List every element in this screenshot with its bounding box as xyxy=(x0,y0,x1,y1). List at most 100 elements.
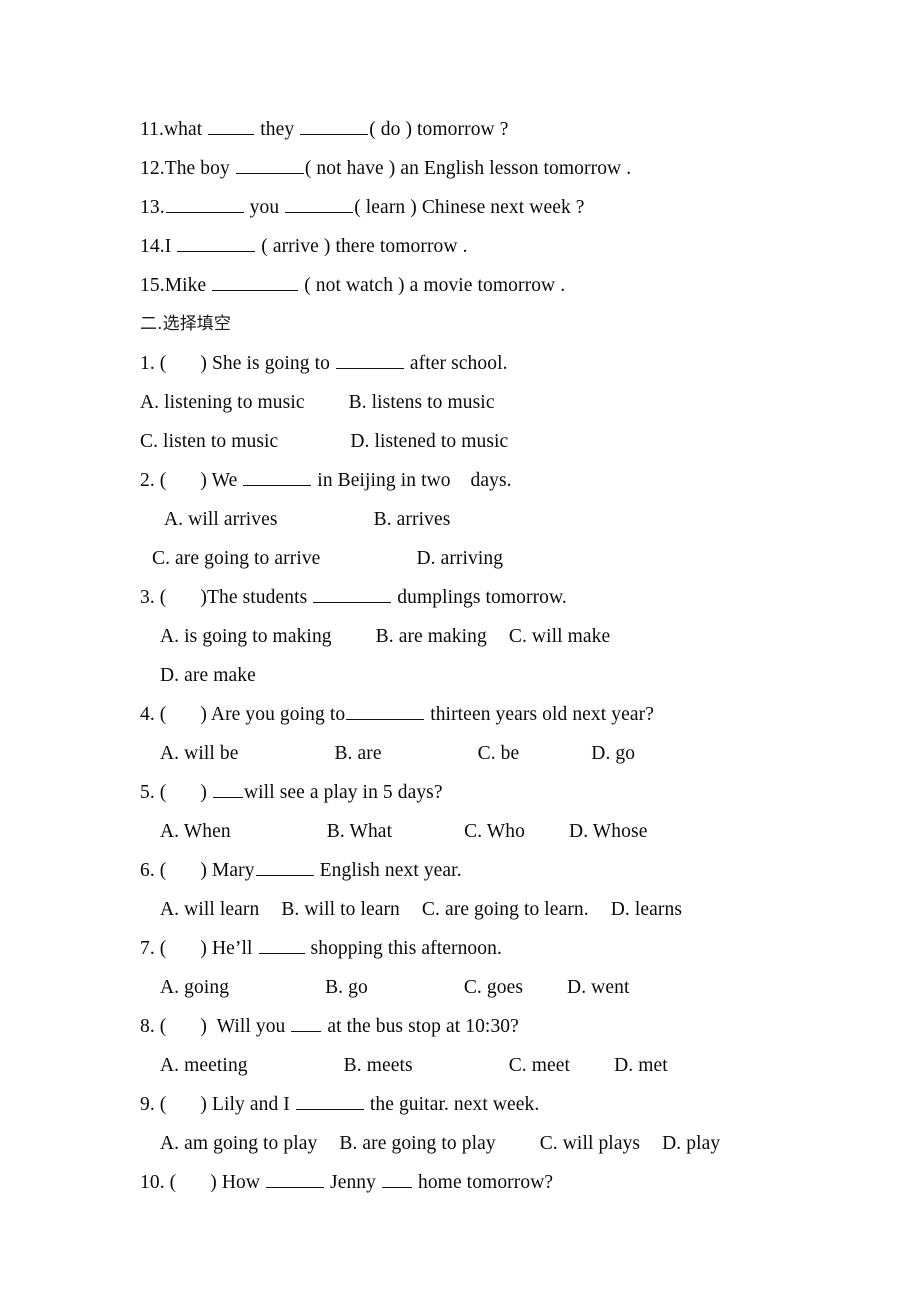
option-d[interactable]: D. Whose xyxy=(569,821,647,842)
question-stem-pre: The students xyxy=(207,587,308,608)
option-a[interactable]: A. is going to making xyxy=(160,626,332,647)
option-a[interactable]: A. will arrives xyxy=(164,509,278,530)
option-b[interactable]: B. are xyxy=(334,743,381,764)
item-number: 15. xyxy=(140,275,165,296)
item-text-post: an English lesson tomorrow . xyxy=(400,158,632,179)
answer-blank[interactable] xyxy=(285,194,354,213)
question-number: 5. ( xyxy=(140,782,167,803)
option-c[interactable]: C. goes xyxy=(464,977,523,998)
answer-blank[interactable] xyxy=(313,584,392,603)
question-2-stem: 2. () We in Beijing in two days. xyxy=(140,461,880,500)
answer-blank[interactable] xyxy=(300,116,369,135)
option-d[interactable]: D. are make xyxy=(160,665,256,686)
question-close-paren: ) xyxy=(200,470,207,491)
answer-blank[interactable] xyxy=(177,233,256,252)
answer-blank[interactable] xyxy=(165,194,244,213)
item-text-pre: The boy xyxy=(164,158,230,179)
answer-blank[interactable] xyxy=(335,350,404,369)
question-stem-post: at the bus stop at 10:30? xyxy=(327,1016,519,1037)
question-close-paren: ) xyxy=(200,1016,207,1037)
option-a[interactable]: A. listening to music xyxy=(140,392,305,413)
option-a[interactable]: A. will learn xyxy=(160,899,259,920)
option-c[interactable]: C. meet xyxy=(509,1055,570,1076)
section-two-heading: 二.选择填空 xyxy=(140,314,232,334)
option-c[interactable]: C. listen to music xyxy=(140,431,278,452)
option-a[interactable]: A. When xyxy=(160,821,231,842)
question-10-stem: 10. () How Jenny home tomorrow? xyxy=(140,1163,880,1202)
question-1-options-row-2: C. listen to music D. listened to music xyxy=(140,422,880,461)
question-7-stem: 7. () He’ll shopping this afternoon. xyxy=(140,929,880,968)
question-number: 2. ( xyxy=(140,470,167,491)
question-2-options-row-2: C. are going to arrive D. arriving xyxy=(140,539,880,578)
option-b[interactable]: B. are going to play xyxy=(339,1133,495,1154)
option-d[interactable]: D. listened to music xyxy=(350,431,508,452)
option-c[interactable]: C. will make xyxy=(509,626,610,647)
item-hint: ( not watch ) xyxy=(304,275,405,296)
question-close-paren: ) xyxy=(200,782,207,803)
answer-blank[interactable] xyxy=(382,1169,412,1188)
question-stem-post: in Beijing in two days. xyxy=(317,470,512,491)
option-a[interactable]: A. am going to play xyxy=(160,1133,317,1154)
option-a[interactable]: A. will be xyxy=(160,743,238,764)
question-stem-pre: He’ll xyxy=(211,938,253,959)
answer-blank[interactable] xyxy=(208,116,255,135)
answer-blank[interactable] xyxy=(295,1091,364,1110)
option-b[interactable]: B. go xyxy=(325,977,368,998)
answer-blank[interactable] xyxy=(346,701,425,720)
question-stem-post: English next year. xyxy=(319,860,462,881)
answer-blank[interactable] xyxy=(235,155,304,174)
question-stem-pre: How xyxy=(221,1172,261,1193)
option-a[interactable]: A. meeting xyxy=(160,1055,248,1076)
question-9-options-row-1: A. am going to play B. are going to play C… xyxy=(140,1124,880,1163)
question-number: 7. ( xyxy=(140,938,167,959)
question-number: 9. ( xyxy=(140,1094,167,1115)
option-c[interactable]: C. are going to learn. xyxy=(422,899,589,920)
option-c[interactable]: C. be xyxy=(478,743,520,764)
question-stem-pre: She is going to xyxy=(211,353,330,374)
item-text-pre: what xyxy=(163,119,203,140)
item-hint: ( learn ) xyxy=(354,197,417,218)
item-number: 11. xyxy=(140,119,164,140)
answer-blank[interactable] xyxy=(266,1169,325,1188)
option-c[interactable]: C. will plays xyxy=(540,1133,640,1154)
option-d[interactable]: D. arriving xyxy=(416,548,503,569)
question-number: 3. ( xyxy=(140,587,167,608)
option-d[interactable]: D. play xyxy=(662,1133,720,1154)
question-close-paren: ) xyxy=(200,1094,207,1115)
option-d[interactable]: D. went xyxy=(567,977,629,998)
question-stem-pre: We xyxy=(211,470,238,491)
item-number: 14. xyxy=(140,236,165,257)
option-b[interactable]: B. will to learn xyxy=(281,899,400,920)
question-stem-pre: Mary xyxy=(211,860,255,881)
question-stem-post: will see a play in 5 days? xyxy=(243,782,443,803)
option-a[interactable]: A. going xyxy=(160,977,229,998)
answer-blank[interactable] xyxy=(258,935,305,954)
question-6-options-row-1: A. will learn B. will to learn C. are goin… xyxy=(140,890,880,929)
question-4-stem: 4. () Are you going to thirteen years ol… xyxy=(140,695,880,734)
answer-blank[interactable] xyxy=(243,467,312,486)
answer-blank[interactable] xyxy=(291,1013,322,1032)
option-b[interactable]: B. are making xyxy=(376,626,487,647)
option-d[interactable]: D. learns xyxy=(611,899,682,920)
question-stem-post: shopping this afternoon. xyxy=(310,938,502,959)
answer-blank[interactable] xyxy=(255,857,314,876)
item-text-pre: I xyxy=(164,236,172,257)
item-text-post: tomorrow ? xyxy=(417,119,509,140)
option-c[interactable]: C. Who xyxy=(464,821,525,842)
item-text-mid: you xyxy=(249,197,280,218)
question-close-paren: ) xyxy=(200,587,207,608)
answer-blank[interactable] xyxy=(212,779,243,798)
option-b[interactable]: B. arrives xyxy=(374,509,451,530)
option-d[interactable]: D. met xyxy=(614,1055,668,1076)
option-b[interactable]: B. meets xyxy=(344,1055,413,1076)
option-b[interactable]: B. listens to music xyxy=(349,392,495,413)
answer-blank[interactable] xyxy=(212,272,299,291)
option-d[interactable]: D. go xyxy=(591,743,635,764)
question-close-paren: ) xyxy=(200,353,207,374)
question-3-stem: 3. ()The students dumplings tomorrow. xyxy=(140,578,880,617)
question-stem-pre: Are you going to xyxy=(210,704,346,725)
fill-blank-item-15: 15.Mike ( not watch ) a movie tomorrow . xyxy=(140,266,880,305)
option-c[interactable]: C. are going to arrive xyxy=(152,548,320,569)
worksheet-page: 11.what they ( do ) tomorrow ? 12.The bo… xyxy=(0,0,920,1302)
option-b[interactable]: B. What xyxy=(327,821,392,842)
